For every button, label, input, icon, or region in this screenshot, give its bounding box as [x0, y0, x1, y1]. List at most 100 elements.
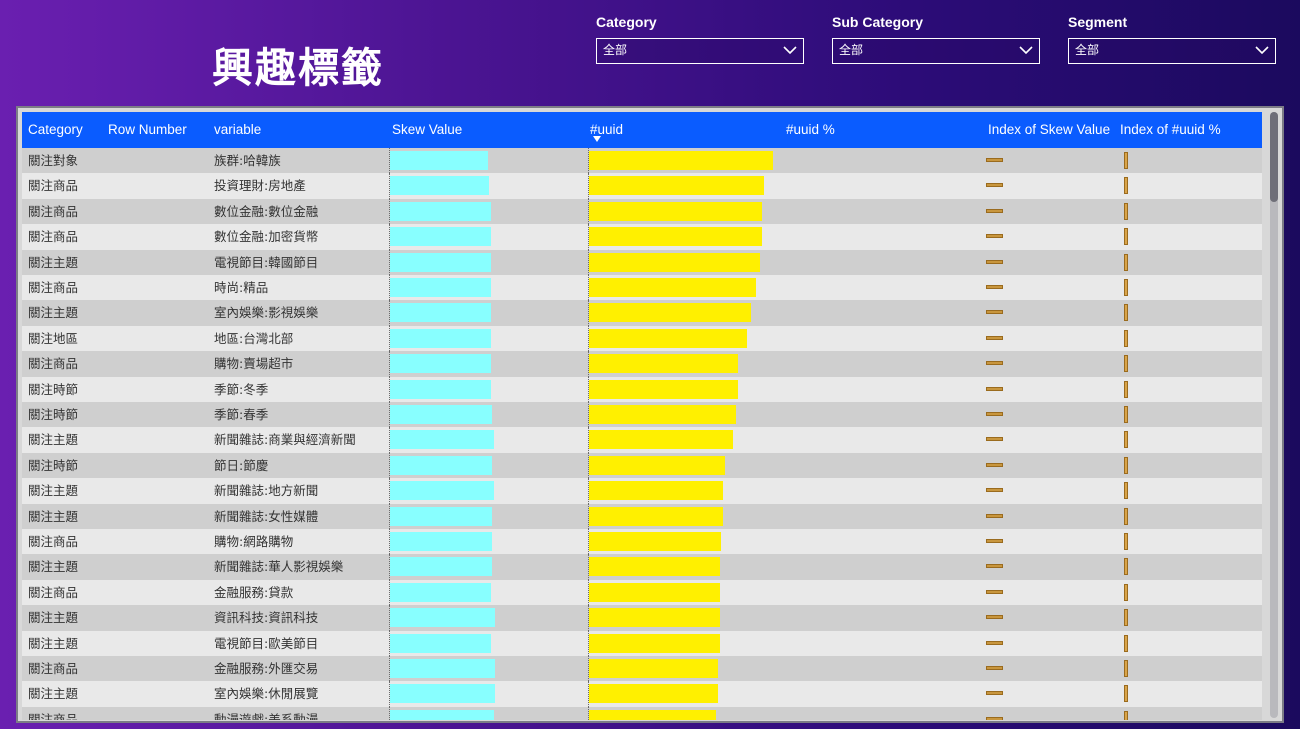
- col-header-variable[interactable]: variable: [214, 112, 261, 148]
- cell-category: 關注商品: [28, 356, 79, 372]
- uuid-bar: [589, 532, 721, 551]
- table-row[interactable]: 關注主題 室內娛樂:影視娛樂: [22, 300, 1262, 326]
- cell-variable: 季節:冬季: [214, 381, 269, 397]
- index-skew-marker: [986, 666, 1003, 670]
- chevron-down-icon: [1255, 46, 1269, 55]
- skew-value-bar: [390, 354, 491, 374]
- slicer-label: Category: [596, 14, 657, 30]
- col-header-category[interactable]: Category: [28, 112, 83, 148]
- uuid-bar: [589, 506, 723, 526]
- cell-category: 關注商品: [28, 711, 79, 720]
- sub-category-dropdown[interactable]: 全部: [832, 38, 1040, 64]
- table-row[interactable]: 關注主題 室內娛樂:休閒展覽: [22, 681, 1262, 707]
- table-row[interactable]: 關注商品 數位金融:加密貨幣: [22, 224, 1262, 250]
- table-row[interactable]: 關注商品 數位金融:數位金融: [22, 198, 1262, 225]
- category-dropdown[interactable]: 全部: [596, 38, 804, 64]
- table-row[interactable]: 關注主題 電視節目:歐美節目: [22, 630, 1262, 656]
- index-uuid-percent-marker: [1124, 406, 1128, 423]
- col-header-uuid-percent[interactable]: #uuid %: [786, 112, 835, 148]
- uuid-bar: [589, 684, 718, 704]
- col-header-index-uuid-percent[interactable]: Index of #uuid %: [1120, 112, 1221, 148]
- chevron-down-icon: [1019, 46, 1033, 55]
- index-uuid-percent-marker: [1124, 660, 1128, 677]
- index-skew-marker: [986, 640, 1003, 645]
- index-skew-marker: [986, 234, 1003, 239]
- table-row[interactable]: 關注主題 電視節目:韓國節目: [22, 249, 1262, 275]
- table-row[interactable]: 關注對象 族群:哈韓族: [22, 148, 1262, 174]
- uuid-bar: [589, 481, 723, 501]
- index-uuid-percent-marker: [1124, 329, 1128, 347]
- cell-variable: 電視節目:韓國節目: [214, 254, 319, 270]
- page-title: 興趣標籤: [212, 44, 384, 92]
- index-skew-marker: [986, 386, 1003, 391]
- cell-category: 關注對象: [28, 153, 79, 168]
- table-row[interactable]: 關注時節 節日:節慶: [22, 452, 1262, 479]
- cell-variable: 新聞雜誌:女性媒體: [214, 508, 319, 524]
- table-row[interactable]: 關注商品 金融服務:貸款: [22, 579, 1262, 606]
- col-header-index-skew[interactable]: Index of Skew Value: [988, 112, 1110, 148]
- index-uuid-percent-marker: [1124, 685, 1128, 703]
- chevron-down-icon: [783, 46, 797, 55]
- table-row[interactable]: 關注主題 新聞雜誌:華人影視娛樂: [22, 554, 1262, 580]
- cell-variable: 新聞雜誌:商業與經濟新聞: [214, 432, 356, 448]
- index-uuid-percent-marker: [1124, 355, 1128, 373]
- cell-variable: 室內娛樂:影視娛樂: [214, 305, 319, 321]
- index-uuid-percent-marker: [1124, 558, 1128, 576]
- table-row[interactable]: 關注主題 新聞雜誌:地方新聞: [22, 478, 1262, 504]
- uuid-bar: [589, 379, 738, 399]
- index-uuid-percent-marker: [1124, 279, 1128, 296]
- cell-variable: 金融服務:外匯交易: [214, 661, 319, 676]
- col-header-row-number[interactable]: Row Number: [108, 112, 187, 148]
- uuid-bar: [589, 252, 760, 272]
- index-uuid-percent-marker: [1124, 710, 1128, 720]
- uuid-bar: [589, 455, 725, 475]
- index-uuid-percent-marker: [1124, 431, 1128, 449]
- table-row[interactable]: 關注主題 資訊科技:資訊科技: [22, 605, 1262, 631]
- uuid-bar: [589, 430, 733, 450]
- cell-category: 關注主題: [28, 686, 79, 702]
- cell-category: 關注主題: [28, 635, 79, 651]
- table-row[interactable]: 關注主題 新聞雜誌:女性媒體: [22, 503, 1262, 529]
- index-uuid-percent-marker: [1124, 202, 1128, 220]
- dropdown-value: 全部: [839, 43, 864, 57]
- slicer-label: Segment: [1068, 14, 1128, 30]
- cell-variable: 投資理財:房地產: [214, 178, 306, 194]
- skew-value-bar: [390, 582, 491, 602]
- table-row[interactable]: 關注時節 季節:春季: [22, 402, 1262, 428]
- table-row[interactable]: 關注商品 投資理財:房地產: [22, 173, 1262, 199]
- cell-variable: 數位金融:加密貨幣: [214, 229, 319, 245]
- index-uuid-percent-marker: [1124, 456, 1128, 474]
- uuid-bar: [589, 405, 736, 424]
- uuid-bar: [589, 659, 718, 678]
- cell-category: 關注時節: [28, 407, 79, 422]
- table-row[interactable]: 關注時節 季節:冬季: [22, 376, 1262, 402]
- col-header-skew-value[interactable]: Skew Value: [392, 112, 462, 148]
- skew-value-bar: [390, 405, 492, 424]
- index-skew-marker: [986, 310, 1003, 315]
- index-skew-marker: [986, 412, 1003, 416]
- table-row[interactable]: 關注商品 時尚:精品: [22, 275, 1262, 301]
- cell-category: 關注主題: [28, 432, 79, 448]
- scrollbar-thumb[interactable]: [1270, 112, 1278, 202]
- table-row[interactable]: 關注主題 新聞雜誌:商業與經濟新聞: [22, 427, 1262, 453]
- cell-category: 關注主題: [28, 305, 79, 321]
- index-skew-marker: [986, 513, 1003, 518]
- vertical-scrollbar[interactable]: [1270, 112, 1278, 718]
- skew-value-bar: [390, 252, 491, 272]
- table-row[interactable]: 關注商品 購物:網路購物: [22, 529, 1262, 555]
- table-row[interactable]: 關注商品 金融服務:外匯交易: [22, 656, 1262, 682]
- skew-value-bar: [390, 455, 492, 475]
- table-row[interactable]: 關注商品 動漫遊戲:美系動漫: [22, 706, 1262, 720]
- col-header-uuid[interactable]: #uuid: [590, 112, 623, 148]
- cell-variable: 動漫遊戲:美系動漫: [214, 711, 319, 720]
- cell-variable: 節日:節慶: [214, 457, 269, 473]
- skew-value-bar: [390, 684, 495, 704]
- cell-variable: 電視節目:歐美節目: [214, 635, 319, 651]
- skew-value-bar: [390, 201, 491, 221]
- table-row[interactable]: 關注商品 購物:賣場超市: [22, 351, 1262, 377]
- table-row[interactable]: 關注地區 地區:台灣北部: [22, 325, 1262, 352]
- skew-value-bar: [390, 659, 495, 678]
- index-skew-marker: [986, 716, 1003, 720]
- index-skew-marker: [986, 488, 1003, 493]
- segment-dropdown[interactable]: 全部: [1068, 38, 1276, 64]
